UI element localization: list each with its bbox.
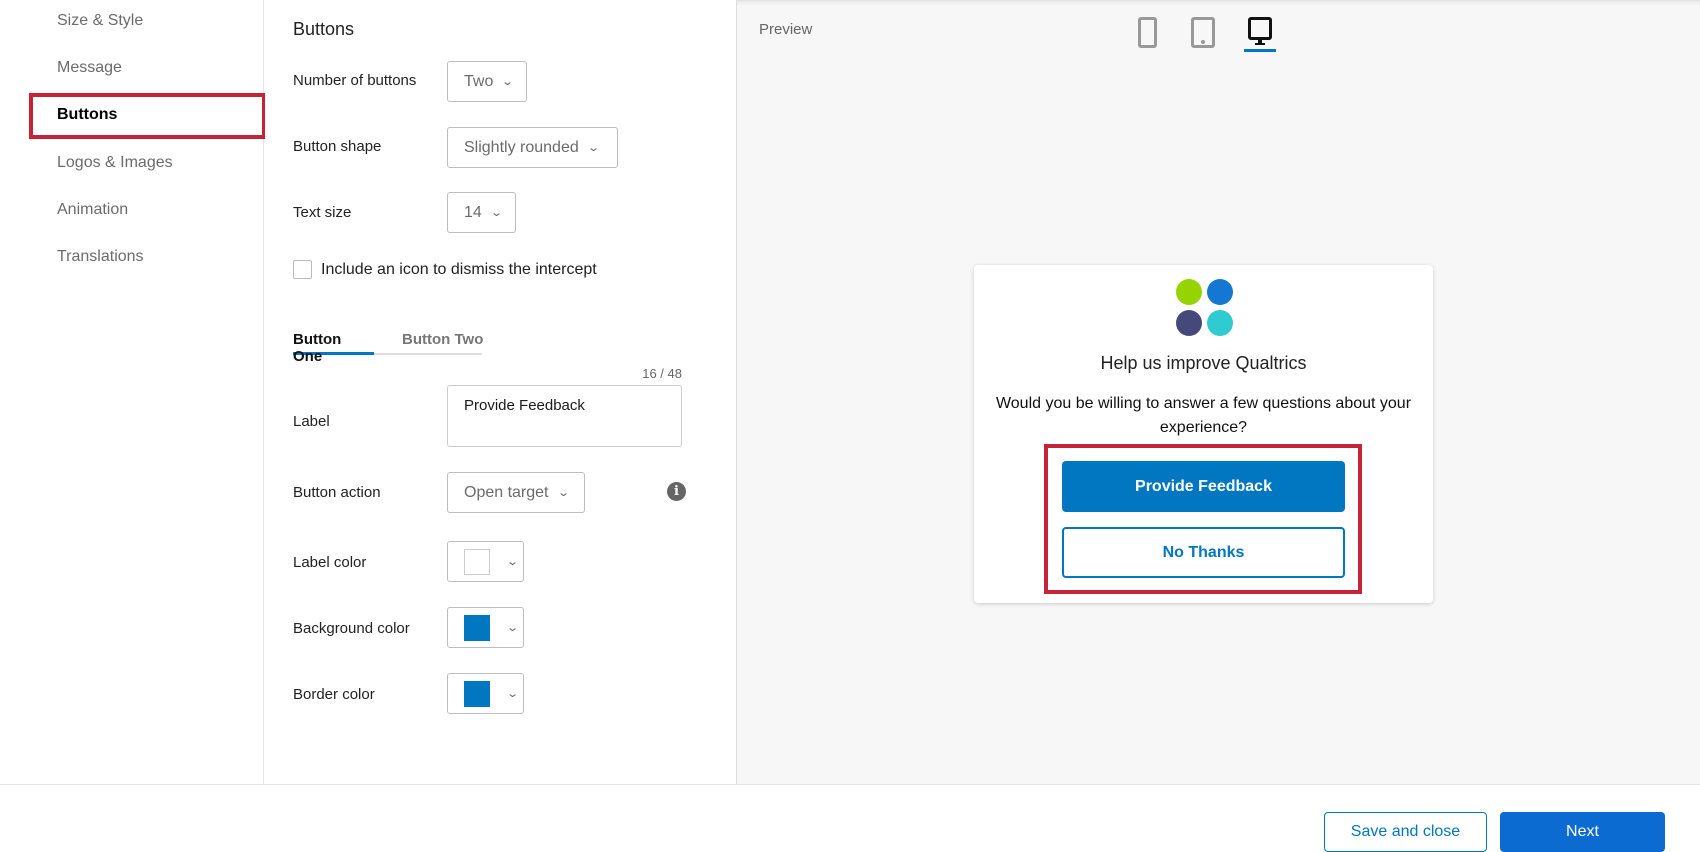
nav-item-animation[interactable]: Animation: [57, 201, 128, 219]
next-button[interactable]: Next: [1500, 812, 1665, 852]
border-color-label: Border color: [293, 686, 375, 703]
label-field-label: Label: [293, 413, 330, 430]
background-color-picker[interactable]: ⌄: [447, 607, 524, 648]
tablet-icon[interactable]: [1191, 17, 1215, 48]
dismiss-icon-checkbox-label: Include an icon to dismiss the intercept: [321, 261, 597, 278]
border-color-picker[interactable]: ⌄: [447, 673, 524, 714]
label-color-picker[interactable]: ⌄: [447, 541, 524, 582]
chevron-down-icon: ⌄: [506, 688, 520, 700]
background-color-label: Background color: [293, 620, 410, 637]
card-title: Help us improve Qualtrics: [1100, 353, 1307, 373]
color-swatch: [464, 548, 490, 575]
nav-item-size-style[interactable]: Size & Style: [57, 12, 143, 30]
nav-item-logos-images[interactable]: Logos & Images: [57, 154, 173, 172]
qualtrics-logo: [1176, 279, 1234, 337]
nav-item-translations[interactable]: Translations: [57, 248, 144, 266]
button-shape-label: Button shape: [293, 138, 382, 155]
select-value: Two: [464, 72, 494, 90]
char-count: 16 / 48: [642, 366, 682, 381]
chevron-down-icon: ⌄: [489, 207, 503, 219]
provide-feedback-button[interactable]: Provide Feedback: [1062, 461, 1345, 512]
intercept-card: Help us improve Qualtrics Would you be w…: [974, 265, 1433, 603]
tab-button-two[interactable]: Button Two: [402, 331, 483, 348]
mobile-icon[interactable]: [1138, 17, 1157, 48]
text-size-label: Text size: [293, 204, 352, 221]
button-shape-select[interactable]: Slightly rounded ⌄: [447, 127, 618, 168]
label-input[interactable]: Provide Feedback: [447, 385, 682, 447]
select-value: Open target: [464, 483, 549, 501]
preview-panel: Preview Help us improve Qualtrics Would …: [737, 0, 1700, 784]
preview-label: Preview: [759, 21, 813, 38]
text-size-select[interactable]: 14 ⌄: [447, 192, 516, 233]
button-action-label: Button action: [293, 484, 381, 501]
button-action-select[interactable]: Open target ⌄: [447, 472, 585, 513]
label-color-label: Label color: [293, 554, 367, 571]
chevron-down-icon: ⌄: [501, 76, 515, 88]
no-thanks-button[interactable]: No Thanks: [1062, 527, 1345, 578]
chevron-down-icon: ⌄: [556, 487, 570, 499]
color-swatch: [464, 614, 490, 641]
info-icon[interactable]: i: [667, 482, 686, 501]
color-swatch: [464, 680, 490, 707]
highlight-box: [29, 93, 266, 139]
chevron-down-icon: ⌄: [506, 556, 520, 568]
dismiss-icon-checkbox[interactable]: [293, 260, 312, 279]
select-value: 14: [464, 203, 482, 221]
chevron-down-icon: ⌄: [586, 142, 600, 154]
settings-panel: Buttons Number of buttons Two ⌄ Button sh…: [265, 0, 737, 784]
footer-bar: Save and close Next: [0, 784, 1700, 852]
section-heading: Buttons: [293, 19, 355, 39]
card-message: Would you be willing to answer a few que…: [995, 395, 1412, 436]
tab-button-one[interactable]: Button One: [293, 331, 374, 365]
chevron-down-icon: ⌄: [506, 622, 520, 634]
desktop-icon[interactable]: [1244, 17, 1276, 53]
number-of-buttons-select[interactable]: Two ⌄: [447, 61, 527, 102]
save-and-close-button[interactable]: Save and close: [1324, 812, 1487, 852]
number-of-buttons-label: Number of buttons: [293, 72, 417, 89]
nav-item-message[interactable]: Message: [57, 59, 122, 77]
select-value: Slightly rounded: [464, 138, 579, 156]
